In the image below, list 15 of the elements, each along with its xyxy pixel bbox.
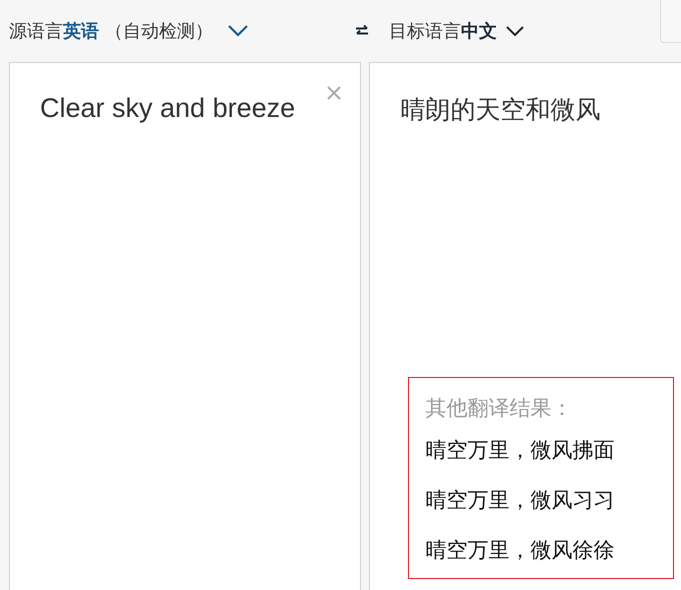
translation-text: 晴朗的天空和微风 [399,94,602,126]
alternative-translation[interactable]: 晴空万里，微风拂面 [425,436,673,464]
target-language-label: 目标语言中文 [389,20,497,43]
alternatives-heading: 其他翻译结果： [425,395,574,422]
auto-detect-note: （自动检测） [105,20,213,43]
target-language-selector[interactable]: 目标语言中文 [389,19,525,43]
chevron-down-icon [505,24,525,38]
source-language-selector[interactable]: 源语言英语 （自动检测） [9,19,249,43]
close-icon[interactable] [326,85,342,101]
toolbar-button[interactable] [660,0,681,43]
source-text-input[interactable]: Clear sky and breeze [10,63,360,124]
chevron-down-icon [227,24,249,38]
alternative-translation[interactable]: 晴空万里，微风习习 [425,486,673,514]
source-language-label: 源语言英语 [9,20,99,43]
alternative-translation[interactable]: 晴空万里，微风徐徐 [425,536,673,564]
